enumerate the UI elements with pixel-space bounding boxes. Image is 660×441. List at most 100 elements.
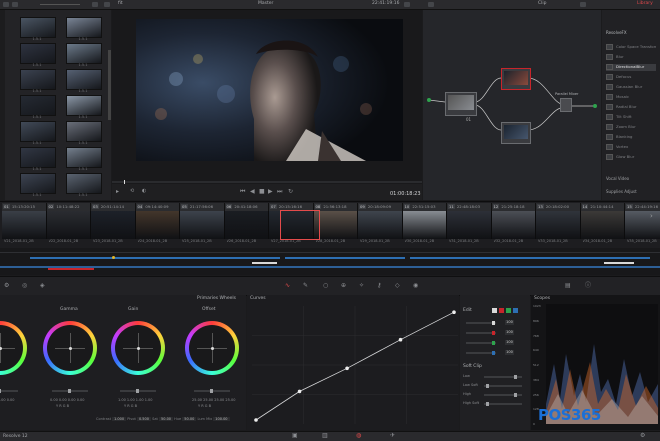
- wheel-values[interactable]: 0.00 0.00 0.00 0.00: [50, 398, 85, 402]
- lum-value[interactable]: 100.00: [213, 417, 230, 421]
- clip-thumbnail[interactable]: [491, 211, 536, 239]
- effect-item[interactable]: Blanking: [606, 134, 656, 141]
- media-pool-scrollbar[interactable]: [108, 50, 111, 120]
- effect-item[interactable]: Glow Blur: [606, 154, 656, 161]
- viewer-frame[interactable]: [136, 19, 403, 161]
- clip-marker[interactable]: [112, 256, 115, 259]
- edit-channel-value[interactable]: 100: [505, 350, 514, 355]
- contrast-value[interactable]: 1.000: [112, 417, 127, 421]
- clip-thumbnail[interactable]: [2, 211, 47, 239]
- track-a1[interactable]: [0, 266, 660, 268]
- channel-y-button[interactable]: [492, 308, 497, 313]
- clip-header[interactable]: 06 20:41:18:06: [224, 203, 269, 211]
- clip-thumbnail[interactable]: [625, 211, 660, 239]
- clip-thumbnail[interactable]: [447, 211, 492, 239]
- media-pool-clip[interactable]: [66, 17, 102, 38]
- sat-value[interactable]: 50.00: [159, 417, 174, 421]
- clip-thumbnail[interactable]: [135, 211, 180, 239]
- curve-control-point[interactable]: [254, 418, 258, 422]
- soft-clip-slider[interactable]: [484, 402, 522, 406]
- list-view-icon[interactable]: [92, 2, 98, 7]
- effect-item[interactable]: Color Space Transform: [606, 44, 656, 51]
- selected-clip-outline[interactable]: [280, 210, 320, 240]
- window-icon[interactable]: ○: [323, 283, 328, 289]
- loop-icon[interactable]: ⟲: [130, 189, 134, 194]
- skip-back-icon[interactable]: ⏮: [240, 189, 245, 195]
- clip-thumbnail[interactable]: [91, 211, 136, 239]
- track-marker-2[interactable]: [604, 262, 634, 264]
- clip-thumbnail[interactable]: [536, 211, 581, 239]
- zoom-dropdown[interactable]: fit: [118, 1, 123, 6]
- playhead-range[interactable]: [48, 268, 94, 270]
- curve-control-point[interactable]: [297, 389, 302, 394]
- parallel-mixer-node[interactable]: [560, 98, 572, 112]
- soft-clip-slider[interactable]: [484, 393, 522, 397]
- edit-channel-slider[interactable]: [466, 331, 496, 335]
- in-out-icon[interactable]: ▸: [116, 189, 119, 195]
- settings-gear-icon[interactable]: ⚙: [640, 433, 645, 439]
- scopes-toggle-icon[interactable]: ▤: [565, 283, 571, 289]
- media-pool-clip[interactable]: [66, 173, 102, 194]
- clip-header[interactable]: 02 10:11:48:22: [46, 203, 91, 211]
- color-wheel[interactable]: [43, 321, 97, 375]
- clip-header[interactable]: 01 15:13:20:15: [2, 203, 47, 211]
- node-01[interactable]: [445, 92, 477, 116]
- color-wheel[interactable]: [111, 321, 165, 375]
- clip-header[interactable]: 03 20:51:14:14: [91, 203, 136, 211]
- clip-view-icon[interactable]: [12, 2, 18, 7]
- clip-thumbnail[interactable]: [180, 211, 225, 239]
- track-v1-c[interactable]: [410, 257, 650, 259]
- clip-header[interactable]: 13 20:18:02:00: [536, 203, 581, 211]
- clip-thumbnail[interactable]: [313, 211, 358, 239]
- color-match-icon[interactable]: ◈: [40, 283, 45, 289]
- scrub-bar[interactable]: [112, 180, 422, 184]
- clip-header[interactable]: 14 21:10:44:14: [580, 203, 625, 211]
- info-icon[interactable]: ⓘ: [585, 283, 591, 289]
- pivot-value[interactable]: 0.500: [136, 417, 151, 421]
- clip-header[interactable]: 08 21:56:13:18: [313, 203, 358, 211]
- effect-item[interactable]: Mosaic: [606, 94, 656, 101]
- effect-item[interactable]: Zoom Blur: [606, 124, 656, 131]
- wheel-master-slider[interactable]: [0, 389, 18, 393]
- loop-playback-icon[interactable]: ↻: [288, 189, 293, 195]
- curve-control-point[interactable]: [398, 337, 403, 342]
- clip-thumbnail[interactable]: [46, 211, 91, 239]
- track-v1[interactable]: [30, 257, 280, 259]
- sizing-icon[interactable]: ◇: [395, 283, 400, 289]
- media-pool-clip[interactable]: [20, 173, 56, 194]
- clip-header[interactable]: 15 22:44:19:16: [625, 203, 660, 211]
- channel-b-button[interactable]: [513, 308, 518, 313]
- curves-tool-icon[interactable]: ∿: [285, 283, 290, 289]
- clip-header[interactable]: 12 21:25:18:18: [491, 203, 536, 211]
- audio-icon[interactable]: ◐: [142, 189, 146, 194]
- soft-clip-slider[interactable]: [484, 375, 522, 379]
- timeline-scroll-icon[interactable]: ›: [650, 212, 653, 220]
- channel-r-button[interactable]: [499, 308, 504, 313]
- library-tab[interactable]: Library: [637, 1, 653, 6]
- wheel-values[interactable]: 25.00 25.00 25.00 25.00: [192, 398, 235, 402]
- tracker-icon[interactable]: ⊕: [341, 283, 346, 289]
- settings-icon[interactable]: ⚙: [4, 283, 9, 289]
- node-03[interactable]: [501, 122, 531, 144]
- curve-control-point[interactable]: [345, 366, 349, 371]
- key-icon[interactable]: ⚷: [377, 283, 381, 289]
- node-view-icon[interactable]: [428, 2, 434, 7]
- wheel-values[interactable]: 1.00 1.00 1.00 1.00: [118, 398, 153, 402]
- clip-thumbnail[interactable]: [358, 211, 403, 239]
- edit-channel-slider[interactable]: [466, 351, 496, 355]
- clip-header[interactable]: 11 22:48:18:03: [447, 203, 492, 211]
- wheel-master-slider[interactable]: [120, 389, 156, 393]
- edit-channel-slider[interactable]: [466, 341, 496, 345]
- media-pool-clip[interactable]: [20, 147, 56, 168]
- playhead[interactable]: [124, 180, 125, 184]
- soft-clip-slider[interactable]: [484, 384, 522, 388]
- media-pool-clip[interactable]: [66, 95, 102, 116]
- blur-icon[interactable]: ✧: [359, 283, 364, 289]
- wheel-master-slider[interactable]: [52, 389, 88, 393]
- curve-control-point[interactable]: [452, 310, 456, 314]
- wheel-master-slider[interactable]: [194, 389, 230, 393]
- 3d-icon[interactable]: ◉: [413, 283, 418, 289]
- viewer-options-icon[interactable]: [404, 2, 410, 7]
- edit-channel-value[interactable]: 100: [505, 340, 514, 345]
- curve-graph[interactable]: [252, 306, 458, 424]
